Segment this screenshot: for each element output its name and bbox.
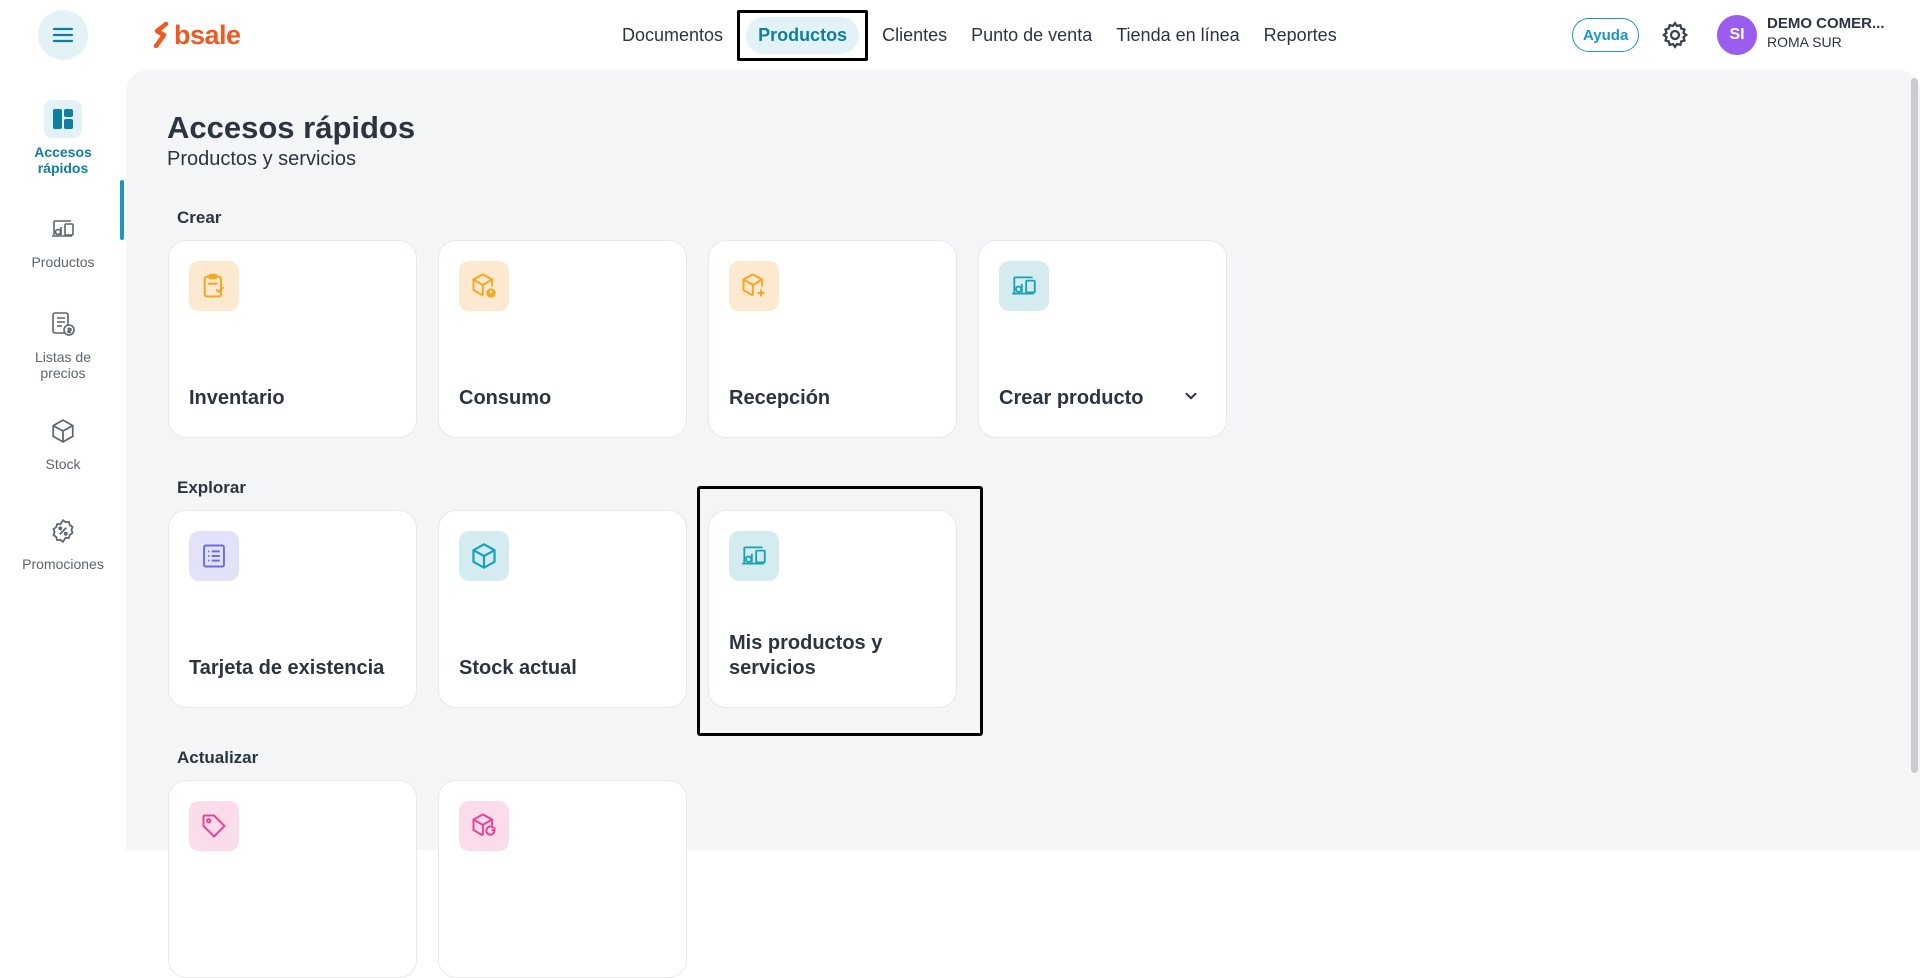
nav-tienda-en-linea[interactable]: Tienda en línea [1104,17,1251,54]
card-label: Crear producto [999,387,1144,409]
sidebar-item-label: precios [40,365,86,381]
sidebar-item-listas-de-precios[interactable]: Listas de precios [0,305,126,381]
card-recepcion[interactable]: Recepción [708,240,957,438]
products-icon [729,531,779,581]
card-mis-productos-y-servicios[interactable]: Mis productos y servicios [708,510,957,708]
card-label: Recepción [729,387,831,409]
clipboard-check-icon [189,261,239,311]
avatar[interactable]: SI [1717,15,1757,55]
sidebar-item-promociones[interactable]: Promociones [0,512,126,572]
nav-documentos[interactable]: Documentos [610,17,735,54]
company-name: DEMO COMER... [1767,15,1885,32]
box-alert-icon [459,261,509,311]
card-update-stock[interactable] [438,780,687,978]
nav-clientes[interactable]: Clientes [870,17,959,54]
card-label: Inventario [189,387,285,409]
company-selector[interactable]: DEMO COMER... ROMA SUR [1767,15,1907,50]
sidebar-item-label: Accesos [34,144,92,160]
card-label: Tarjeta de existencia [189,657,385,679]
card-label: Stock actual [459,657,577,679]
logo-text: bsale [174,19,241,50]
card-tarjeta-de-existencia[interactable]: Tarjeta de existencia [168,510,417,708]
sidebar-item-label: Promociones [22,556,104,572]
sidebar-item-label: Listas de [34,349,92,365]
list-card-icon [189,531,239,581]
section-label-actualizar: Actualizar [177,748,259,767]
section-label-crear: Crear [177,208,222,227]
card-label: Consumo [459,387,552,409]
gear-icon[interactable] [1660,20,1690,50]
top-bar: bsale Documentos Productos Clientes Punt… [0,0,1920,70]
sidebar: Accesos rápidos Productos Listas de prec… [0,70,126,850]
dashboard-icon [44,100,82,138]
nav-punto-de-venta[interactable]: Punto de venta [959,17,1104,54]
sidebar-item-accesos-rapidos[interactable]: Accesos rápidos [0,100,126,176]
card-update-prices[interactable] [168,780,417,978]
page-title: Accesos rápidos [167,110,416,145]
company-branch: ROMA SUR [1767,34,1842,50]
box-icon [44,412,82,450]
card-consumo[interactable]: Consumo [438,240,687,438]
section-label-explorar: Explorar [177,478,246,497]
nav-productos[interactable]: Productos [746,16,860,54]
card-inventario[interactable]: Inventario [168,240,417,438]
sidebar-item-stock[interactable]: Stock [0,412,126,472]
price-list-icon [44,305,82,343]
products-icon [44,210,82,248]
bsale-logo[interactable]: bsale [152,18,241,52]
discount-badge-icon [44,512,82,550]
hamburger-menu-button[interactable] [38,10,88,60]
main-content [126,70,1920,850]
box-refresh-icon [459,801,509,851]
nav-productos-highlight: Productos [737,9,869,61]
sidebar-item-productos[interactable]: Productos [0,210,126,270]
scrollbar[interactable] [1911,78,1918,773]
card-label: Mis productos y servicios [729,632,883,679]
chevron-down-icon[interactable] [1182,387,1200,405]
card-stock-actual[interactable]: Stock actual [438,510,687,708]
hamburger-icon [52,27,74,43]
sidebar-item-label: Stock [45,456,81,472]
tag-icon [189,801,239,851]
card-crear-producto[interactable]: Crear producto [978,240,1227,438]
cube-icon [459,531,509,581]
box-plus-icon [729,261,779,311]
help-button[interactable]: Ayuda [1572,18,1640,52]
products-icon [999,261,1049,311]
nav-reportes[interactable]: Reportes [1252,17,1349,54]
sidebar-item-label: Productos [31,254,95,270]
main-nav: Documentos Productos Clientes Punto de v… [610,9,1349,61]
bsale-logo-icon [153,22,169,48]
sidebar-item-label: rápidos [37,160,89,176]
page-subtitle: Productos y servicios [167,148,356,170]
